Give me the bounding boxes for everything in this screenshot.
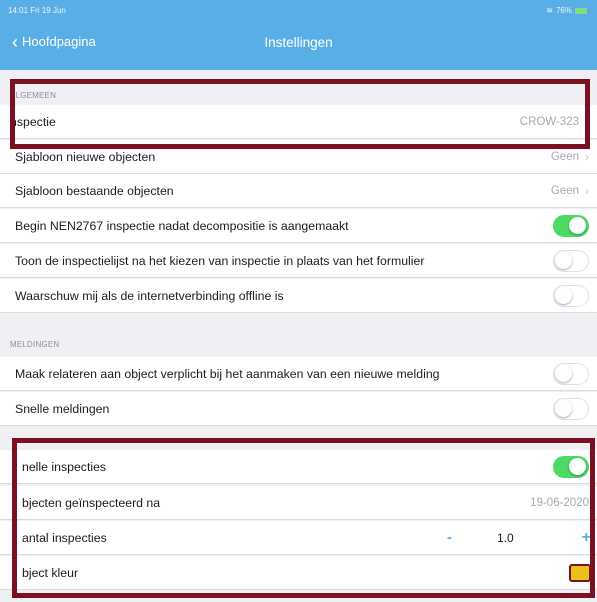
objecten-na-date: 19-06-2020 (530, 496, 589, 509)
row-snelle-inspecties: nelle inspecties (0, 450, 597, 484)
navigation-bar: 14:01 Fri 19 Jun ≋ 76% ‹ Hoofdpagina Ins… (0, 0, 597, 70)
inspectie-value: CROW-323 (519, 115, 579, 128)
status-bar: 14:01 Fri 19 Jun ≋ 76% (0, 6, 597, 18)
row-snelle-meldingen: Snelle meldingen (0, 392, 597, 426)
row-waarschuw-offline: Waarschuw mij als de internetverbinding … (0, 279, 597, 313)
section-header-algemeen: ALGEMEEN (10, 91, 57, 100)
battery-icon (575, 7, 587, 14)
wifi-icon: ≋ (546, 6, 553, 15)
chevron-right-icon: › (585, 183, 589, 198)
row-label: Sjabloon nieuwe objecten (15, 149, 156, 164)
row-label: Snelle meldingen (15, 401, 110, 416)
sjabloon-bestaand-value: Geen (550, 184, 579, 197)
row-sjabloon-nieuw[interactable]: Sjabloon nieuwe objecten Geen › (0, 140, 597, 174)
sjabloon-nieuw-value: Geen (550, 150, 579, 163)
increment-button[interactable]: + (582, 529, 591, 547)
row-label: Waarschuw mij als de internetverbinding … (15, 288, 284, 303)
decrement-button[interactable]: - (447, 529, 452, 546)
row-sjabloon-bestaand[interactable]: Sjabloon bestaande objecten Geen › (0, 174, 597, 208)
row-objecten-geinspecteerd[interactable]: bjecten geïnspecteerd na 19-06-2020 (0, 486, 597, 520)
row-aantal-inspecties: antal inspecties - 1.0 + (0, 521, 597, 555)
row-label: bject kleur (22, 565, 79, 580)
row-value: 19-06-2020 (530, 497, 589, 509)
row-begin-nen2767: Begin NEN2767 inspectie nadat decomposit… (0, 209, 597, 243)
row-inspectie[interactable]: nspectie CROW-323 › (0, 105, 597, 139)
status-date-text: Fri 19 Jun (30, 6, 66, 15)
status-time-text: 14:01 (8, 6, 29, 15)
row-label: Begin NEN2767 inspectie nadat decomposit… (15, 218, 349, 233)
color-swatch-button[interactable] (569, 563, 591, 582)
snelle-meldingen-toggle[interactable] (553, 397, 589, 420)
section-header-meldingen: MELDINGEN (10, 340, 60, 349)
aantal-value: 1.0 (497, 530, 514, 545)
status-time: 14:01 Fri 19 Jun (8, 6, 66, 15)
snelle-inspecties-toggle[interactable] (553, 455, 589, 478)
row-label: bjecten geïnspecteerd na (22, 495, 161, 510)
waarschuw-offline-toggle[interactable] (553, 284, 589, 307)
row-object-kleur: bject kleur (0, 556, 597, 590)
row-value: Geen › (551, 150, 589, 164)
row-label: Maak relateren aan object verplicht bij … (15, 366, 440, 381)
toon-inspectielijst-toggle[interactable] (553, 249, 589, 272)
chevron-right-icon: › (585, 149, 589, 164)
row-label: Toon de inspectielijst na het kiezen van… (15, 253, 425, 268)
row-label: antal inspecties (22, 530, 107, 545)
begin-nen2767-toggle[interactable] (553, 214, 589, 237)
chevron-right-icon: › (585, 114, 589, 129)
maak-relateren-toggle[interactable] (553, 362, 589, 385)
page-title: Instellingen (264, 35, 333, 50)
row-toon-inspectielijst: Toon de inspectielijst na het kiezen van… (0, 244, 597, 278)
status-indicators: ≋ 76% (546, 6, 587, 15)
row-label: nspectie (10, 114, 56, 129)
battery-percent: 76% (555, 6, 572, 15)
row-value: Geen › (551, 184, 589, 198)
row-value: CROW-323 › (520, 115, 589, 129)
row-label: Sjabloon bestaande objecten (15, 183, 174, 198)
row-label: nelle inspecties (22, 459, 107, 474)
row-maak-relateren: Maak relateren aan object verplicht bij … (0, 357, 597, 391)
